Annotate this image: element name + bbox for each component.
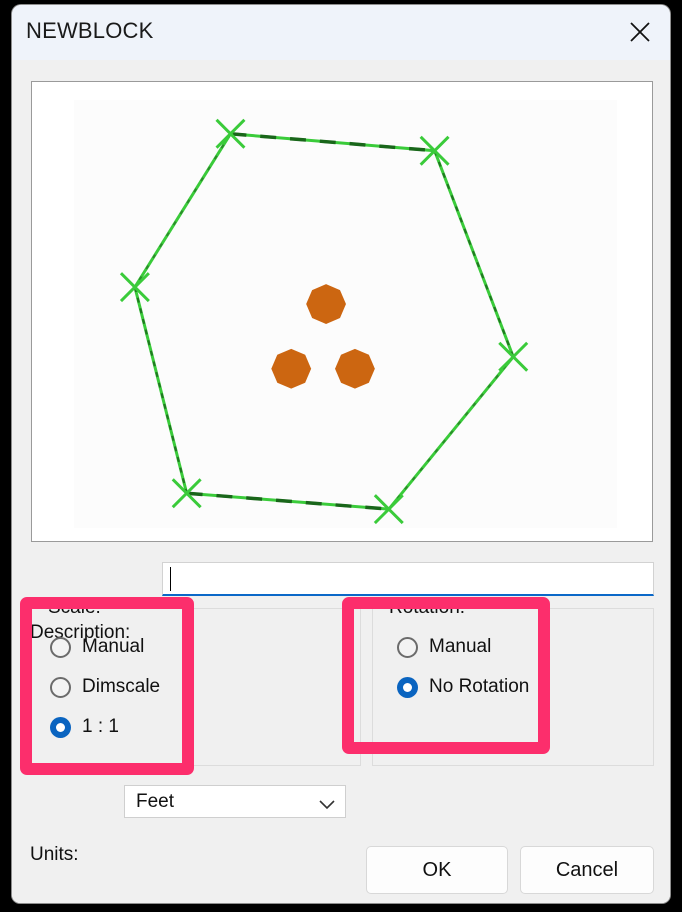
radio-label: No Rotation [429, 676, 530, 697]
newblock-dialog: NEWBLOCK Description: Scale: Manual Dims… [12, 5, 670, 903]
text-caret [170, 567, 171, 591]
units-selected-value: Feet [136, 791, 175, 812]
description-input[interactable] [162, 562, 654, 596]
radio-indicator-selected [50, 716, 71, 738]
dialog-body: Description: Scale: Manual Dimscale 1: … [12, 60, 670, 903]
block-preview-panel [31, 81, 653, 542]
radio-rotation-no-rotation[interactable]: No Rotation [397, 673, 529, 701]
radio-indicator [50, 636, 71, 658]
rotation-group-title: Rotation: [384, 597, 471, 619]
radio-scale-dimscale[interactable]: Dimscale [50, 673, 160, 701]
block-preview-drawing [32, 82, 652, 541]
node-bottom-right [335, 348, 375, 389]
radio-indicator [397, 636, 418, 658]
node-top [306, 284, 346, 324]
desktop-background: NEWBLOCK Description: Scale: Manual Dims… [0, 0, 682, 912]
description-text-field[interactable] [175, 566, 645, 592]
cancel-button[interactable]: Cancel [520, 846, 654, 894]
rotation-group: Rotation: Manual No Rotation [372, 597, 654, 766]
scale-group: Scale: Manual Dimscale 1 : 1 [31, 597, 361, 766]
dialog-title: NEWBLOCK [26, 18, 154, 43]
radio-scale-manual[interactable]: Manual [50, 633, 144, 661]
radio-indicator-selected [397, 676, 418, 698]
radio-label: 1 : 1 [82, 716, 119, 737]
close-icon[interactable] [618, 12, 662, 52]
radio-rotation-manual[interactable]: Manual [397, 633, 491, 661]
units-dropdown[interactable]: Feet [124, 785, 346, 818]
units-label: Units: [30, 844, 79, 865]
node-bottom-left [271, 348, 312, 389]
chevron-down-icon [319, 797, 335, 815]
ok-button[interactable]: OK [366, 846, 508, 894]
radio-label: Dimscale [82, 676, 161, 697]
radio-label: Manual [429, 636, 492, 657]
radio-indicator [50, 676, 71, 698]
radio-scale-one-to-one[interactable]: 1 : 1 [50, 713, 119, 741]
dialog-titlebar: NEWBLOCK [12, 5, 670, 60]
radio-label: Manual [82, 636, 145, 657]
scale-group-title: Scale: [43, 597, 106, 619]
